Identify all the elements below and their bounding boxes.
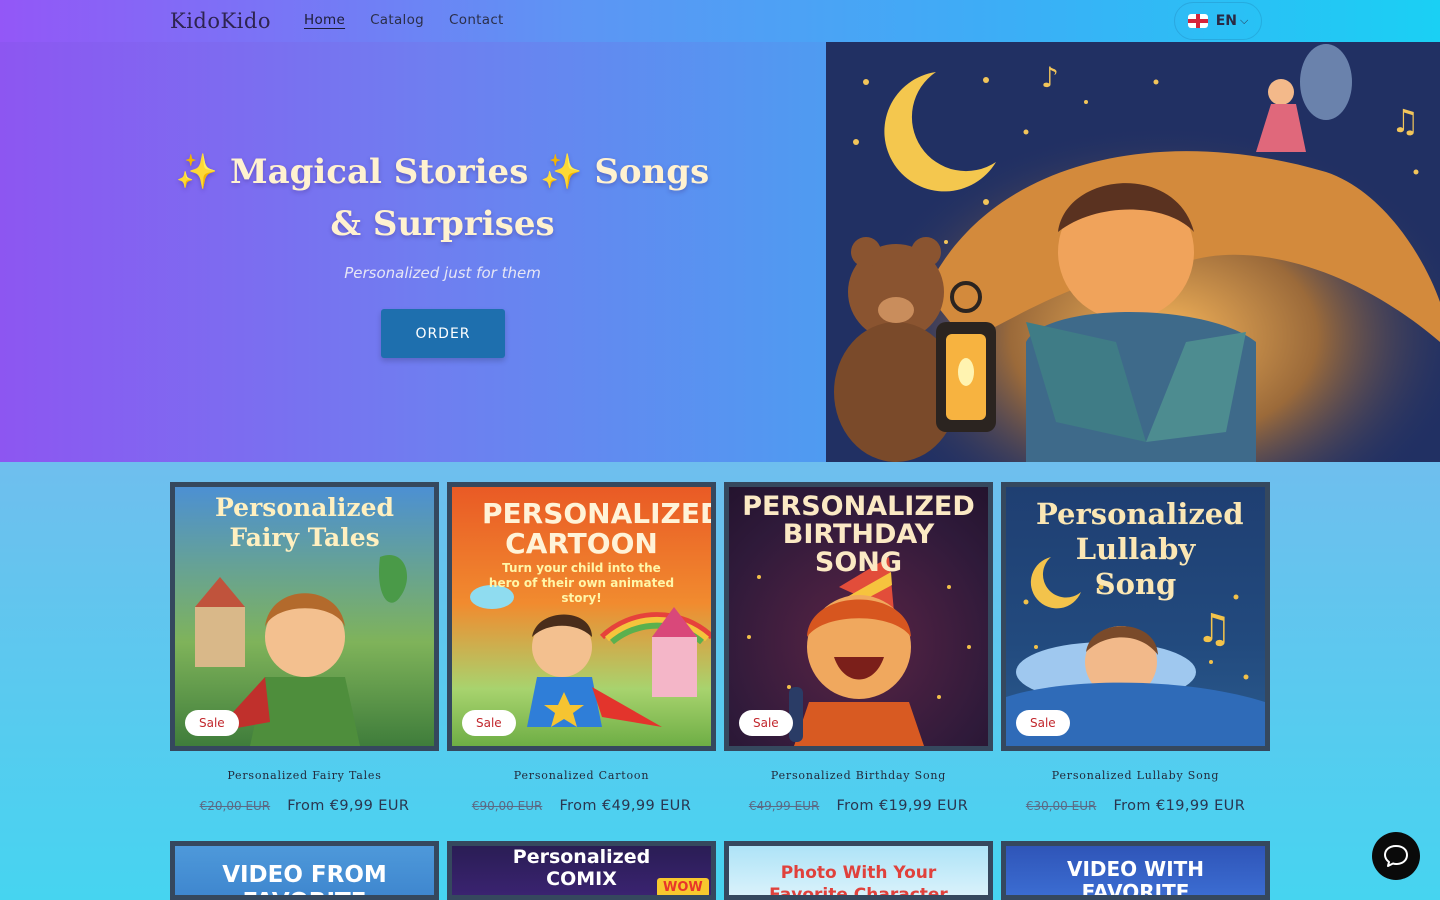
sale-badge: Sale bbox=[1016, 710, 1070, 736]
hero-section: ✨ Magical Stories ✨ Songs & Surprises Pe… bbox=[0, 42, 1440, 462]
chat-button[interactable] bbox=[1372, 832, 1420, 880]
hero-subtitle: Personalized just for them bbox=[344, 264, 541, 282]
product-price: €30,00 EUR From €19,99 EUR bbox=[1001, 795, 1270, 814]
nav-catalog-link[interactable]: Catalog bbox=[370, 12, 424, 28]
sale-price: From €49,99 EUR bbox=[559, 798, 692, 814]
svg-text:♪: ♪ bbox=[1041, 61, 1059, 94]
product-art-subtext: Turn your child into the hero of their o… bbox=[488, 561, 675, 605]
product-title[interactable]: Personalized Lullaby Song bbox=[1001, 769, 1270, 782]
product-card-lullaby-song[interactable]: ♫ Personalized Lullaby Song Sale Persona… bbox=[1001, 482, 1270, 814]
svg-text:♫: ♫ bbox=[1391, 102, 1420, 140]
product-title[interactable]: Personalized Birthday Song bbox=[724, 769, 993, 782]
chevron-down-icon: ⌵ bbox=[1239, 14, 1249, 27]
product-card-birthday-song[interactable]: PERSONALIZED BIRTHDAY SONG Sale Personal… bbox=[724, 482, 993, 814]
regular-price: €30,00 EUR bbox=[1025, 799, 1097, 813]
svg-text:♫: ♫ bbox=[1196, 606, 1232, 652]
site-header: KidoKido Home Catalog Contact EN ⌵ bbox=[0, 0, 1440, 42]
sale-price: From €19,99 EUR bbox=[836, 798, 969, 814]
regular-price: €90,00 EUR bbox=[471, 799, 543, 813]
product-card-video-from-character[interactable]: VIDEO FROM FAVORITE CHARACTER bbox=[170, 841, 439, 900]
product-card-video-with-character[interactable]: VIDEO WITH FAVORITE CHARACTER bbox=[1001, 841, 1270, 900]
bedtime-story-illustration: ♪ ♫ bbox=[826, 42, 1440, 462]
nav-home-link[interactable]: Home bbox=[304, 12, 345, 28]
chat-bubble-icon bbox=[1384, 845, 1408, 867]
language-label: EN bbox=[1215, 13, 1237, 29]
language-selector[interactable]: EN ⌵ bbox=[1174, 2, 1262, 40]
nav-contact-link[interactable]: Contact bbox=[449, 12, 504, 28]
hero-title: ✨ Magical Stories ✨ Songs & Surprises bbox=[175, 152, 710, 244]
product-art-text: PERSONALIZED BIRTHDAY SONG bbox=[742, 491, 975, 578]
product-image[interactable]: Personalized Fairy Tales Sale bbox=[170, 482, 439, 751]
sale-price: From €9,99 EUR bbox=[287, 798, 410, 814]
product-art-text: VIDEO WITH FAVORITE CHARACTER bbox=[1066, 857, 1205, 900]
product-price: €90,00 EUR From €49,99 EUR bbox=[447, 795, 716, 814]
product-title[interactable]: Personalized Fairy Tales bbox=[170, 769, 439, 782]
product-price: €20,00 EUR From €9,99 EUR bbox=[170, 795, 439, 814]
sale-badge: Sale bbox=[739, 710, 793, 736]
regular-price: €49,99 EUR bbox=[748, 799, 820, 813]
england-flag-icon bbox=[1187, 14, 1208, 28]
product-price: €49,99 EUR From €19,99 EUR bbox=[724, 795, 993, 814]
site-logo[interactable]: KidoKido bbox=[170, 9, 271, 33]
product-art-text: Photo With Your Favorite Character bbox=[769, 863, 948, 900]
product-image[interactable]: VIDEO WITH FAVORITE CHARACTER bbox=[1001, 841, 1270, 900]
product-image[interactable]: Photo With Your Favorite Character bbox=[724, 841, 993, 900]
product-card-photo-with-character[interactable]: Photo With Your Favorite Character bbox=[724, 841, 993, 900]
sale-price: From €19,99 EUR bbox=[1113, 798, 1246, 814]
regular-price: €20,00 EUR bbox=[199, 799, 271, 813]
product-title[interactable]: Personalized Cartoon bbox=[447, 769, 716, 782]
product-card-fairy-tales[interactable]: Personalized Fairy Tales Sale Personaliz… bbox=[170, 482, 439, 814]
product-image[interactable]: Personalized COMIX WOW bbox=[447, 841, 716, 900]
product-card-comix[interactable]: Personalized COMIX WOW bbox=[447, 841, 716, 900]
product-image[interactable]: PERSONALIZED BIRTHDAY SONG Sale bbox=[724, 482, 993, 751]
product-image[interactable]: ♫ Personalized Lullaby Song Sale bbox=[1001, 482, 1270, 751]
product-card-cartoon[interactable]: PERSONALIZED CARTOON Turn your child int… bbox=[447, 482, 716, 814]
sale-badge: Sale bbox=[462, 710, 516, 736]
product-art-text: Personalized Lullaby Song bbox=[1036, 497, 1244, 601]
product-art-text: PERSONALIZED CARTOON bbox=[482, 497, 716, 560]
product-image[interactable]: PERSONALIZED CARTOON Turn your child int… bbox=[447, 482, 716, 751]
order-button[interactable]: ORDER bbox=[381, 309, 505, 358]
main-nav: Home Catalog Contact bbox=[304, 12, 504, 28]
product-image[interactable]: VIDEO FROM FAVORITE CHARACTER bbox=[170, 841, 439, 900]
product-art-text: VIDEO FROM FAVORITE CHARACTER bbox=[222, 862, 387, 895]
hero-illustration: ♪ ♫ bbox=[826, 42, 1440, 462]
wow-badge: WOW bbox=[657, 878, 709, 895]
product-art-text: Personalized Fairy Tales bbox=[215, 493, 394, 552]
sale-badge: Sale bbox=[185, 710, 239, 736]
